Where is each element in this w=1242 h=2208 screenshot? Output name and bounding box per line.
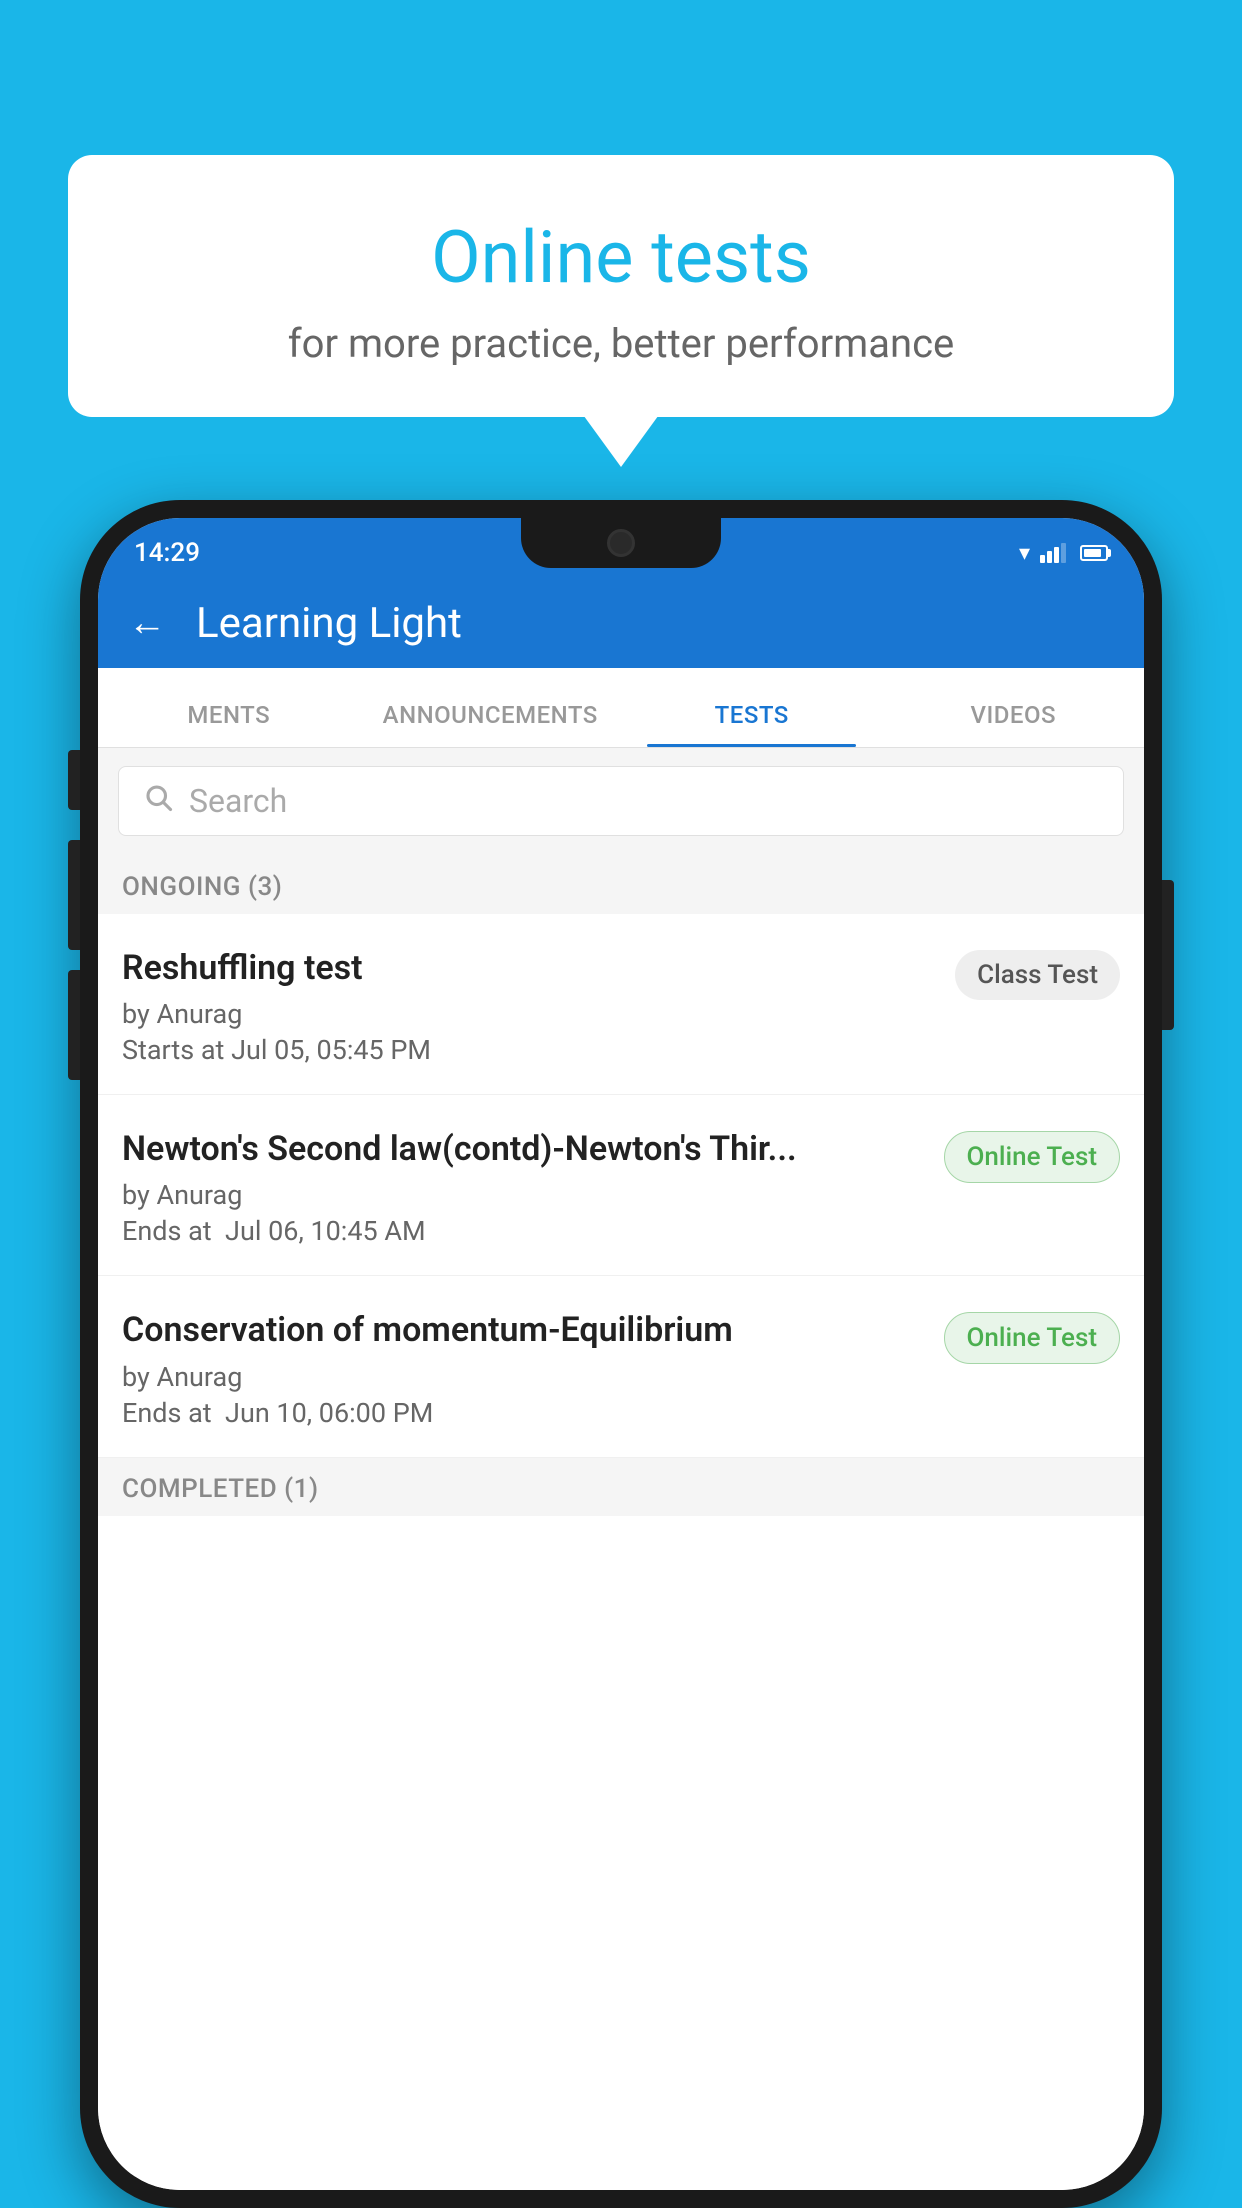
test-info-1: Reshuffling test by Anurag Starts at Jul…	[122, 946, 939, 1066]
app-header: ← Learning Light	[98, 578, 1144, 668]
completed-section-header: COMPLETED (1)	[98, 1458, 1144, 1516]
test-author-2: by Anurag	[122, 1179, 928, 1211]
wifi-icon: ▾	[1019, 541, 1030, 566]
tab-ments[interactable]: MENTS	[98, 701, 360, 747]
phone-outer: 14:29 ▾	[80, 500, 1162, 2208]
signal-bar-4	[1061, 543, 1066, 563]
test-info-2: Newton's Second law(contd)-Newton's Thir…	[122, 1127, 928, 1247]
search-placeholder: Search	[189, 782, 287, 820]
test-time-2: Ends at Jul 06, 10:45 AM	[122, 1215, 928, 1247]
tab-announcements[interactable]: ANNOUNCEMENTS	[360, 701, 622, 747]
completed-label: COMPLETED (1)	[122, 1474, 319, 1504]
signal-bar-3	[1054, 547, 1059, 563]
phone-screen: 14:29 ▾	[98, 518, 1144, 2190]
phone-notch	[521, 518, 721, 568]
test-badge-2: Online Test	[944, 1131, 1121, 1183]
test-author-3: by Anurag	[122, 1361, 928, 1393]
phone-camera	[607, 529, 635, 557]
search-icon	[143, 782, 173, 820]
test-name-3: Conservation of momentum-Equilibrium	[122, 1308, 928, 1352]
battery-icon	[1080, 545, 1108, 561]
test-name-2: Newton's Second law(contd)-Newton's Thir…	[122, 1127, 928, 1171]
test-badge-1: Class Test	[955, 950, 1120, 1000]
phone-mockup: 14:29 ▾	[80, 500, 1162, 2208]
ongoing-label: ONGOING (3)	[122, 872, 282, 902]
phone-power-button	[1162, 880, 1174, 1030]
test-author-1: by Anurag	[122, 998, 939, 1030]
test-name-1: Reshuffling test	[122, 946, 939, 990]
signal-bar-1	[1040, 555, 1045, 563]
signal-bar-2	[1047, 551, 1052, 563]
test-list: Reshuffling test by Anurag Starts at Jul…	[98, 914, 1144, 2190]
back-button[interactable]: ←	[128, 601, 166, 645]
test-time-3: Ends at Jun 10, 06:00 PM	[122, 1397, 928, 1429]
phone-volume-down2	[68, 970, 80, 1080]
search-container: Search	[98, 748, 1144, 854]
search-bar[interactable]: Search	[118, 766, 1124, 836]
bubble-title: Online tests	[108, 215, 1134, 300]
ongoing-section-header: ONGOING (3)	[98, 854, 1144, 914]
test-badge-3: Online Test	[944, 1312, 1121, 1364]
test-info-3: Conservation of momentum-Equilibrium by …	[122, 1308, 928, 1428]
tab-videos[interactable]: VIDEOS	[883, 701, 1145, 747]
tab-tests[interactable]: TESTS	[621, 701, 883, 747]
app-title: Learning Light	[196, 599, 462, 648]
bubble-subtitle: for more practice, better performance	[108, 320, 1134, 367]
signal-bars	[1040, 543, 1066, 563]
test-time-1: Starts at Jul 05, 05:45 PM	[122, 1034, 939, 1066]
test-item-2[interactable]: Newton's Second law(contd)-Newton's Thir…	[98, 1095, 1144, 1276]
status-icons: ▾	[1019, 541, 1108, 566]
tabs-bar: MENTS ANNOUNCEMENTS TESTS VIDEOS	[98, 668, 1144, 748]
phone-volume-down	[68, 840, 80, 950]
test-item-3[interactable]: Conservation of momentum-Equilibrium by …	[98, 1276, 1144, 1457]
phone-volume-up	[68, 750, 80, 810]
battery-fill	[1084, 549, 1101, 557]
speech-bubble-container: Online tests for more practice, better p…	[68, 155, 1174, 417]
test-item-1[interactable]: Reshuffling test by Anurag Starts at Jul…	[98, 914, 1144, 1095]
speech-bubble: Online tests for more practice, better p…	[68, 155, 1174, 417]
